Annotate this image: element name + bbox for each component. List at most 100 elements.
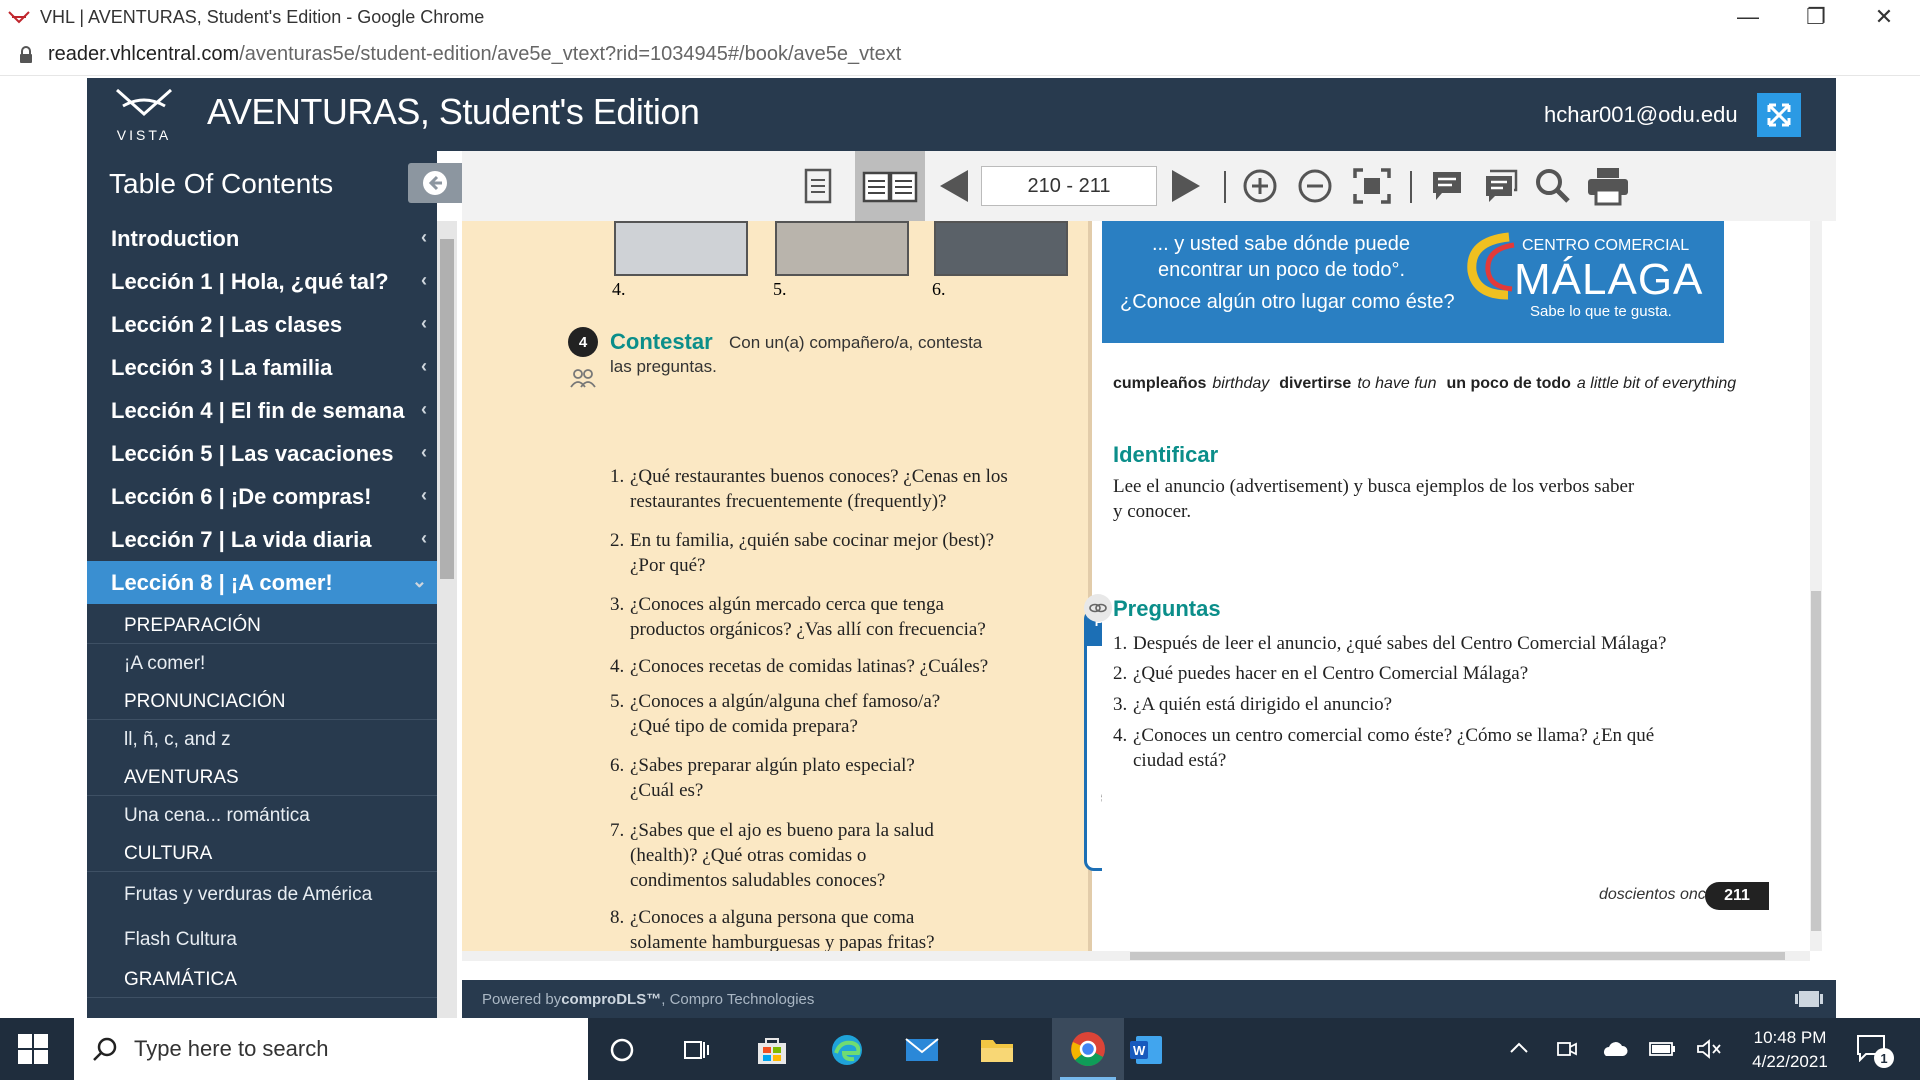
toc-chapter-8[interactable]: Lección 8 | ¡A comer! ⌄ [87, 561, 437, 604]
windows-logo-icon [18, 1034, 48, 1064]
toc-section-8[interactable]: Flash Cultura [87, 917, 437, 962]
toc-scroll-thumb[interactable] [440, 239, 454, 579]
zoom-out-icon [1298, 169, 1332, 203]
action-center-button[interactable]: 1 [1856, 1034, 1896, 1068]
fit-page-button[interactable] [1347, 151, 1397, 221]
notification-count-badge: 1 [1874, 1048, 1894, 1068]
horizontal-scroll-thumb[interactable] [1130, 952, 1785, 960]
question-text-line: ¿Sabes que el ajo es bueno para la salud [630, 820, 934, 841]
camera-icon [1557, 1042, 1577, 1056]
word-button[interactable]: W [1124, 1028, 1168, 1072]
toc-section-7[interactable]: Frutas y verduras de América [87, 872, 437, 917]
speaker-muted-icon [1697, 1039, 1721, 1059]
cloud-icon [1604, 1042, 1628, 1056]
malaga-ad[interactable]: ... y usted sabe dónde puede encontrar u… [1102, 221, 1724, 343]
question-number: 6. [610, 755, 625, 776]
toc-section-6[interactable]: CULTURA [87, 836, 437, 872]
svg-text:W: W [1133, 1043, 1146, 1058]
toc-chapter-4[interactable]: Lección 4 | El fin de semana ‹ [87, 389, 437, 432]
toc-chapter-3[interactable]: Lección 3 | La familia ‹ [87, 346, 437, 389]
gloss-translation: a little bit of everything [1576, 375, 1737, 392]
question-text-line: ¿Qué tipo de comida prepara? [630, 716, 858, 737]
double-page-button[interactable] [855, 151, 925, 221]
toc-section-2[interactable]: PRONUNCIACIÓN [87, 684, 437, 720]
toc-section-1[interactable]: ¡A comer! [87, 644, 437, 684]
previous-page-button[interactable] [930, 151, 978, 221]
search-button[interactable] [1530, 151, 1576, 221]
battery-button[interactable] [1648, 1040, 1676, 1063]
toc-chapter-6[interactable]: Lección 6 | ¡De compras! ‹ [87, 475, 437, 518]
mail-button[interactable] [900, 1028, 944, 1072]
toc-chapter-0[interactable]: Introduction ‹ [87, 217, 437, 260]
zoom-in-icon [1243, 169, 1277, 203]
url-host: reader.vhlcentral.com [48, 43, 240, 65]
toc-section-0[interactable]: PREPARACIÓN [87, 608, 437, 644]
toc-chapter-2[interactable]: Lección 2 | Las clases ‹ [87, 303, 437, 346]
question-number: 1. [610, 466, 625, 487]
ad-brand-big: MÁLAGA [1514, 255, 1704, 304]
book-vertical-scrollbar[interactable] [1810, 221, 1822, 951]
toc-section-list: PREPARACIÓN ¡A comer! PRONUNCIACIÓN ll, ñ, … [87, 604, 437, 998]
activity-number-badge: 4 [568, 327, 598, 357]
toc-section-9[interactable]: GRAMÁTICA [87, 962, 437, 998]
pregunta-text-line: ciudad está? [1133, 750, 1227, 771]
book-viewport: 4. 5. 6. 4 Contestar Con un(a) compañero… [462, 221, 1822, 961]
link-icon[interactable] [1084, 594, 1112, 622]
show-hidden-icons-button[interactable] [1508, 1038, 1530, 1063]
ad-line-3: ¿Conoce algún otro lugar como éste? [1120, 291, 1455, 313]
printer-icon [1588, 168, 1628, 206]
taskbar-clock[interactable]: 10:48 PM 4/22/2021 [1740, 1026, 1840, 1074]
toc-chapter-5[interactable]: Lección 5 | Las vacaciones ‹ [87, 432, 437, 475]
browser-title-bar: VHL | AVENTURAS, Student's Edition - Goo… [0, 0, 1920, 34]
page-number-input[interactable]: 210 - 211 [981, 166, 1157, 206]
zoom-out-button[interactable] [1292, 151, 1338, 221]
chrome-taskbar-button[interactable] [1052, 1018, 1124, 1080]
question-text-line: ¿Por qué? [630, 555, 706, 576]
activity-instructions-1: Con un(a) compañero/a, contesta [729, 333, 983, 352]
fullscreen-button[interactable] [1757, 93, 1801, 137]
activity-instructions-2: las preguntas. [610, 357, 717, 376]
chevron-left-icon: ‹ [421, 356, 427, 376]
edge-icon [832, 1035, 862, 1065]
question-number: 3. [610, 594, 625, 615]
pregunta-text-line: ¿Conoces un centro comercial como éste? … [1133, 725, 1655, 746]
all-notes-button[interactable] [1478, 151, 1524, 221]
onedrive-button[interactable] [1600, 1040, 1628, 1063]
address-bar[interactable]: reader.vhlcentral.com/aventuras5e/studen… [0, 34, 1920, 76]
task-view-button[interactable] [674, 1028, 718, 1072]
microsoft-store-button[interactable] [750, 1028, 794, 1072]
single-page-button[interactable] [792, 151, 844, 221]
note-icon [1433, 172, 1461, 200]
toc-chapter-7[interactable]: Lección 7 | La vida diaria ‹ [87, 518, 437, 561]
taskbar-search-box[interactable]: Type here to search [74, 1018, 588, 1080]
user-email[interactable]: hchar001@odu.edu [1544, 102, 1738, 128]
close-window-button[interactable]: ✕ [1850, 0, 1918, 34]
notes-button[interactable] [1424, 151, 1470, 221]
chevron-left-icon: ‹ [421, 313, 427, 333]
toc-chapter-1[interactable]: Lección 1 | Hola, ¿qué tal? ‹ [87, 260, 437, 303]
mail-envelope-icon [905, 1038, 939, 1061]
vertical-scroll-thumb[interactable] [1811, 591, 1821, 931]
toc-scrollbar[interactable] [437, 221, 457, 1018]
book-horizontal-scrollbar[interactable] [462, 951, 1810, 961]
next-page-button[interactable] [1162, 151, 1210, 221]
cortana-button[interactable] [600, 1028, 644, 1072]
toc-chapter-label: Lección 4 | El fin de semana [111, 397, 405, 423]
minimize-button[interactable]: — [1714, 0, 1782, 34]
edge-browser-button[interactable] [825, 1028, 869, 1072]
toc-section-4[interactable]: AVENTURAS [87, 760, 437, 796]
zoom-in-button[interactable] [1237, 151, 1283, 221]
print-button[interactable] [1582, 151, 1634, 221]
toc-section-5[interactable]: Una cena... romántica [87, 796, 437, 836]
triangle-right-icon [1172, 170, 1200, 202]
footer-thumbnail-icon[interactable] [1795, 989, 1823, 1009]
identificar-line-1: Lee el anuncio (advertisement) y busca e… [1113, 476, 1635, 497]
restore-button[interactable]: ❐ [1782, 0, 1850, 34]
toc-section-3[interactable]: ll, ñ, c, and z [87, 720, 437, 760]
windows-start-button[interactable] [18, 1034, 48, 1069]
photo-6 [934, 221, 1068, 276]
volume-button[interactable] [1696, 1038, 1722, 1065]
collapse-toc-button[interactable] [408, 163, 462, 203]
meet-now-button[interactable] [1556, 1038, 1578, 1065]
file-explorer-button[interactable] [975, 1028, 1019, 1072]
